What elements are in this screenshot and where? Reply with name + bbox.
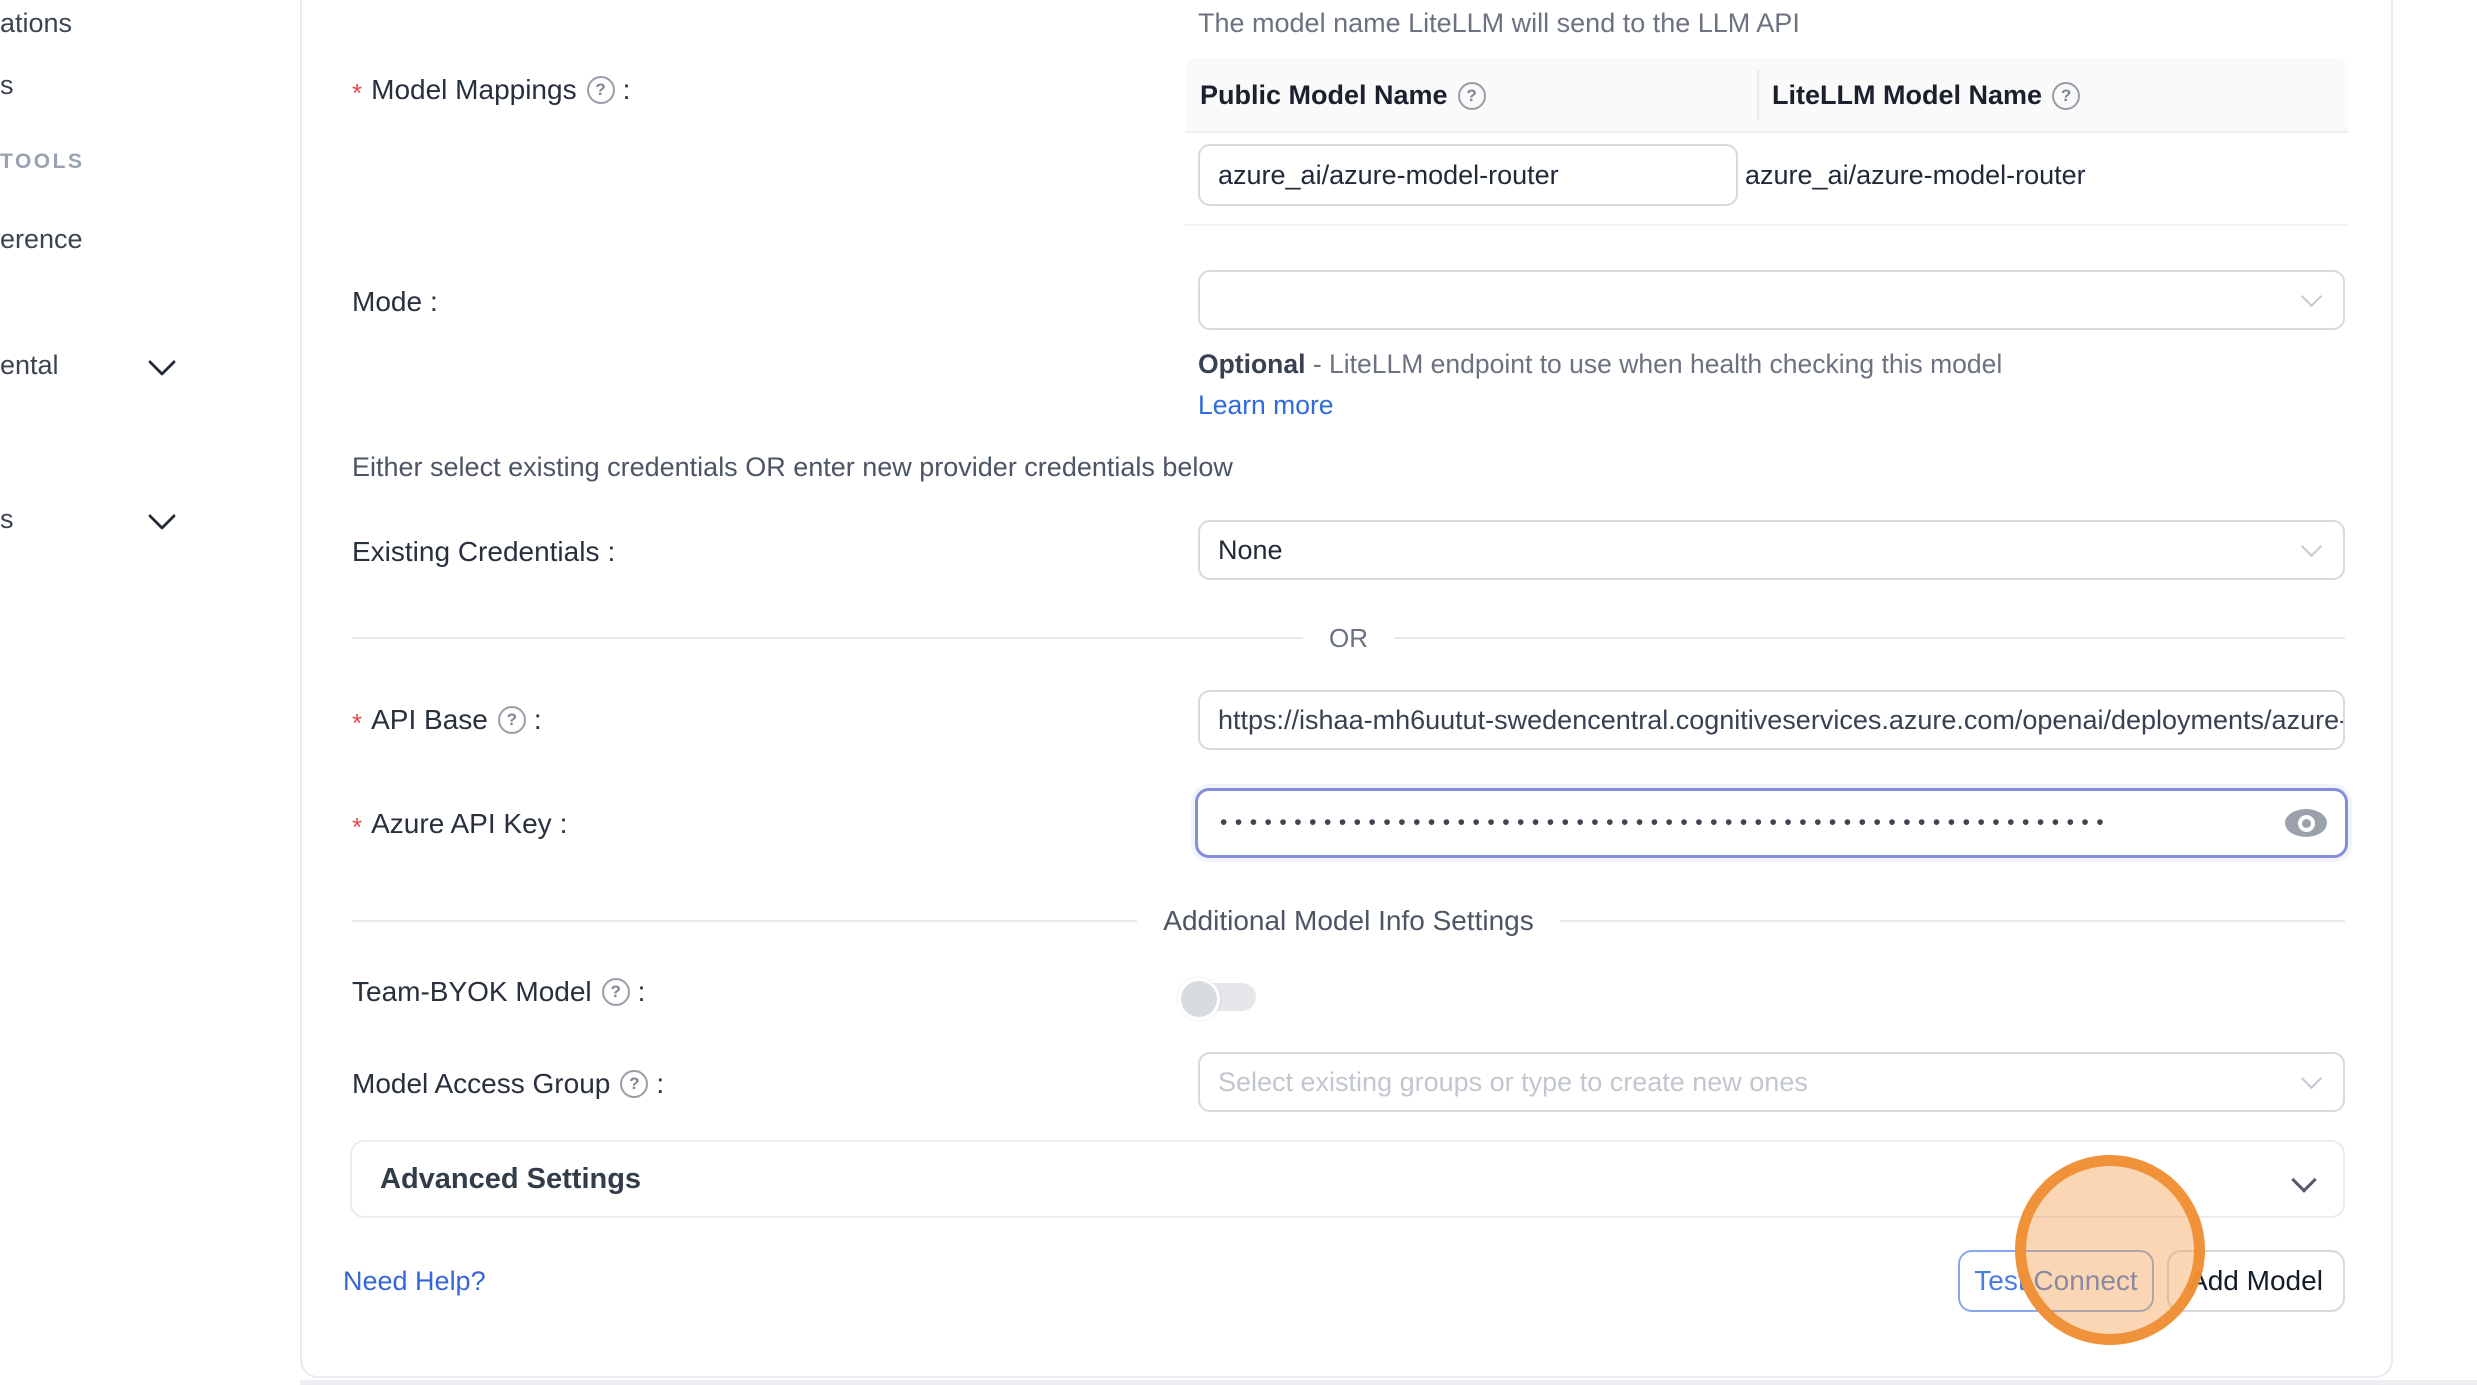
- divider-line: [1394, 637, 2345, 639]
- chevron-down-icon: [2291, 1167, 2316, 1192]
- public-model-name-value: azure_ai/azure-model-router: [1200, 160, 1559, 191]
- sidebar-section-tools: TOOLS: [0, 150, 84, 174]
- learn-more-link[interactable]: Learn more: [1198, 390, 1334, 420]
- label-colon: :: [430, 286, 438, 318]
- label-colon: :: [638, 976, 646, 1008]
- sidebar-item[interactable]: ental: [0, 350, 59, 381]
- sidebar-item-label: s: [0, 504, 14, 534]
- existing-credentials-label: Existing Credentials :: [352, 536, 615, 568]
- column-header-text: Public Model Name: [1200, 80, 1448, 111]
- label-colon: :: [607, 536, 615, 568]
- required-asterisk: *: [352, 708, 362, 739]
- help-circle-icon[interactable]: ?: [1458, 82, 1486, 110]
- chevron-down-icon[interactable]: [148, 502, 176, 530]
- azure-api-key-input[interactable]: ••••••••••••••••••••••••••••••••••••••••…: [1195, 788, 2348, 858]
- column-divider: [1757, 70, 1759, 121]
- sidebar-item[interactable]: s: [0, 70, 14, 101]
- mode-help-bold: Optional: [1198, 349, 1305, 379]
- or-divider-text: OR: [1329, 623, 1368, 654]
- add-model-button[interactable]: Add Model: [2167, 1250, 2345, 1312]
- api-base-input[interactable]: https://ishaa-mh6uutut-swedencentral.cog…: [1198, 690, 2345, 750]
- team-byok-label: Team-BYOK Model ? :: [352, 976, 645, 1008]
- advanced-settings-title: Advanced Settings: [380, 1163, 641, 1196]
- litellm-model-name-value: azure_ai/azure-model-router: [1745, 133, 2086, 217]
- sidebar-item[interactable]: ations: [0, 8, 72, 39]
- sidebar-item-label: ations: [0, 8, 72, 38]
- model-access-group-label-text: Model Access Group: [352, 1068, 610, 1100]
- model-mappings-label: * Model Mappings ? :: [352, 74, 630, 106]
- azure-api-key-label: * Azure API Key :: [352, 808, 567, 840]
- model-name-note: The model name LiteLLM will send to the …: [1198, 8, 1800, 39]
- page-background-strip: [300, 1380, 2477, 1385]
- help-circle-icon[interactable]: ?: [602, 978, 630, 1006]
- test-connect-button[interactable]: Test Connect: [1958, 1250, 2154, 1312]
- sidebar-item-label: s: [0, 70, 14, 100]
- divider-line: [1560, 920, 2345, 922]
- sidebar-item[interactable]: erence: [0, 224, 83, 255]
- advanced-settings-panel[interactable]: Advanced Settings: [350, 1140, 2345, 1218]
- mode-label: Mode :: [352, 286, 438, 318]
- label-colon: :: [534, 704, 542, 736]
- need-help-link[interactable]: Need Help?: [343, 1266, 486, 1297]
- label-colon: :: [656, 1068, 664, 1100]
- chevron-down-icon: [2301, 1068, 2322, 1089]
- toggle-knob: [1178, 978, 1220, 1020]
- credentials-note: Either select existing credentials OR en…: [352, 452, 1233, 483]
- password-mask-dots: ••••••••••••••••••••••••••••••••••••••••…: [1198, 811, 2285, 835]
- model-access-group-label: Model Access Group ? :: [352, 1068, 664, 1100]
- public-model-name-input[interactable]: azure_ai/azure-model-router: [1198, 144, 1738, 206]
- chevron-down-icon: [2301, 286, 2322, 307]
- help-circle-icon[interactable]: ?: [620, 1070, 648, 1098]
- sidebar-item-label: ental: [0, 350, 59, 380]
- existing-credentials-select[interactable]: None: [1198, 520, 2345, 580]
- chevron-down-icon: [2301, 536, 2322, 557]
- chevron-down-icon[interactable]: [148, 348, 176, 376]
- divider-line: [352, 920, 1137, 922]
- mode-help-text: Optional - LiteLLM endpoint to use when …: [1198, 344, 2036, 426]
- info-settings-divider-text: Additional Model Info Settings: [1163, 905, 1533, 937]
- model-access-group-placeholder: Select existing groups or type to create…: [1200, 1067, 1808, 1098]
- column-header-text: LiteLLM Model Name: [1772, 80, 2042, 111]
- divider-line: [352, 637, 1303, 639]
- help-circle-icon[interactable]: ?: [587, 76, 615, 104]
- sidebar-item-label: erence: [0, 224, 83, 254]
- eye-icon[interactable]: [2285, 809, 2327, 837]
- existing-credentials-label-text: Existing Credentials: [352, 536, 599, 568]
- api-base-label-text: API Base: [371, 704, 488, 736]
- azure-api-key-label-text: Azure API Key: [371, 808, 552, 840]
- team-byok-label-text: Team-BYOK Model: [352, 976, 592, 1008]
- help-circle-icon[interactable]: ?: [498, 706, 526, 734]
- team-byok-toggle[interactable]: [1182, 982, 1256, 1012]
- required-asterisk: *: [352, 812, 362, 843]
- existing-credentials-value: None: [1200, 535, 1283, 566]
- model-mappings-label-text: Model Mappings: [371, 74, 576, 106]
- mode-label-text: Mode: [352, 286, 422, 318]
- column-header-public-model-name: Public Model Name ?: [1200, 58, 1486, 133]
- column-header-litellm-model-name: LiteLLM Model Name ?: [1772, 58, 2080, 133]
- sidebar-section-label: TOOLS: [0, 150, 84, 173]
- model-mappings-table-header: Public Model Name ? LiteLLM Model Name ?: [1185, 58, 2348, 133]
- mode-select[interactable]: [1198, 270, 2345, 330]
- mode-help-body: - LiteLLM endpoint to use when health ch…: [1305, 349, 2002, 379]
- label-colon: :: [623, 74, 631, 106]
- api-base-value: https://ishaa-mh6uutut-swedencentral.cog…: [1200, 705, 2343, 736]
- info-settings-divider: Additional Model Info Settings: [352, 904, 2345, 938]
- model-access-group-select[interactable]: Select existing groups or type to create…: [1198, 1052, 2345, 1112]
- help-circle-icon[interactable]: ?: [2052, 82, 2080, 110]
- label-colon: :: [560, 808, 568, 840]
- required-asterisk: *: [352, 78, 362, 109]
- api-base-label: * API Base ? :: [352, 704, 542, 736]
- sidebar-item[interactable]: s: [0, 504, 14, 535]
- or-divider: OR: [352, 624, 2345, 652]
- model-mappings-table-row: azure_ai/azure-model-router azure_ai/azu…: [1185, 133, 2348, 226]
